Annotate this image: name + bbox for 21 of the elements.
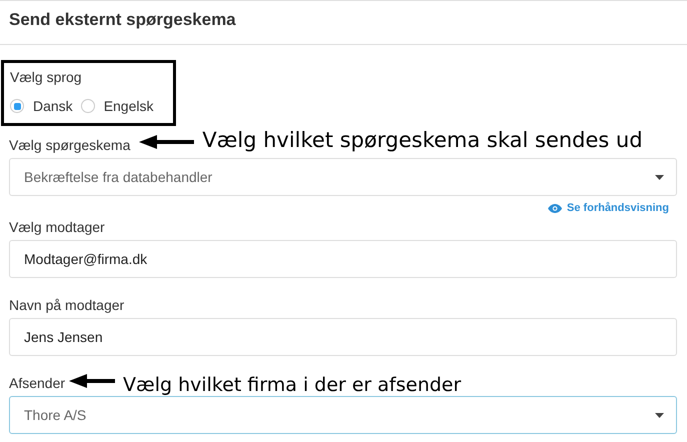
- dropdown-field[interactable]: Bekræftelse fra databehandler: [9, 158, 677, 196]
- dialog-title: Send eksternt spørgeskema: [9, 9, 236, 31]
- radio-label[interactable]: Dansk: [33, 98, 73, 114]
- field-label: Vælg modtager: [9, 218, 105, 236]
- radio-button[interactable]: [80, 99, 95, 113]
- radio-label[interactable]: Engelsk: [104, 98, 154, 114]
- dropdown-caret-icon: [655, 413, 664, 418]
- eye-icon: [548, 204, 562, 212]
- input-field[interactable]: Jens Jensen: [9, 318, 677, 356]
- field-label: Vælg spørgeskema: [9, 136, 130, 154]
- radio-button[interactable]: [10, 99, 24, 113]
- annotation-arrow: [69, 374, 116, 388]
- input-field[interactable]: Modtager@firma.dk: [9, 240, 677, 278]
- field-label: Afsender: [9, 374, 66, 392]
- dropdown-field[interactable]: Thore A/S: [9, 396, 677, 434]
- field-label: Navn på modtager: [9, 296, 124, 314]
- annotation-text: Vælg hvilket spørgeskema skal sendes ud: [202, 128, 643, 152]
- dropdown-caret-icon: [655, 175, 664, 180]
- annotation-text: Vælg hvilket firma i der er afsender: [123, 374, 462, 396]
- annotation-arrow: [139, 135, 194, 149]
- field-label: Vælg sprog: [10, 68, 82, 86]
